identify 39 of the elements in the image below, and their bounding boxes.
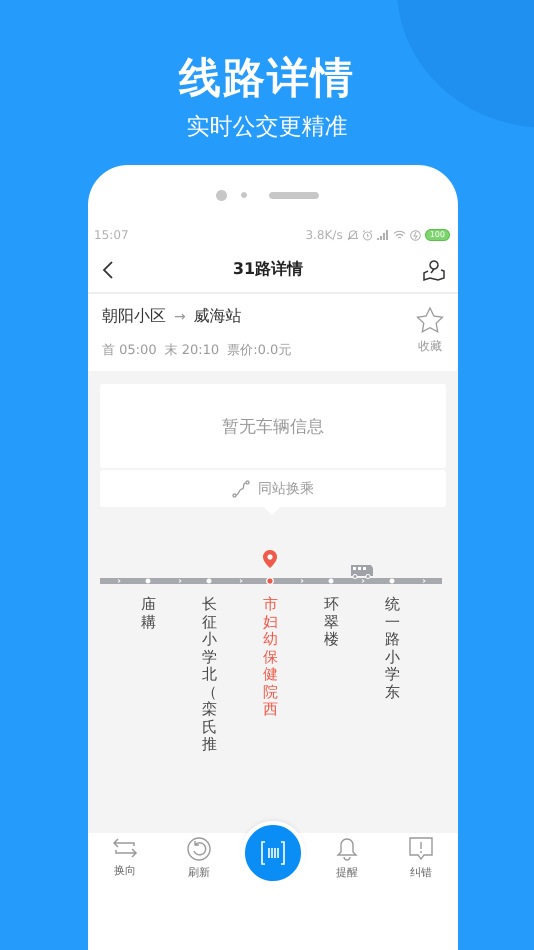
toolbar-button[interactable]: 纠错 (384, 837, 458, 880)
camera-dot (216, 190, 226, 200)
toolbar-button[interactable]: 换向 (88, 837, 162, 878)
wifi-icon (392, 230, 406, 240)
speaker-slot (268, 192, 318, 198)
swap-icon (112, 837, 138, 859)
status-time: 15:07 (94, 228, 129, 242)
stop-name[interactable]: 市妇幼保健院西 (263, 596, 278, 754)
sensor-dot (240, 192, 246, 198)
route-icon (232, 480, 250, 498)
toolbar-button[interactable]: 刷新 (162, 837, 236, 880)
stop-name[interactable]: 统一路小学东 (385, 596, 400, 754)
vehicle-info-card: 暂无车辆信息 (100, 384, 446, 468)
charging-icon (410, 230, 421, 240)
back-icon[interactable] (102, 260, 114, 278)
fare: 票价:0.0元 (227, 342, 292, 359)
direction-arrow: → (174, 308, 186, 324)
battery-level: 100 (424, 229, 450, 241)
promo-subtitle: 实时公交更精准 (186, 113, 348, 142)
last-bus-time: 末 20:10 (164, 342, 220, 359)
stop-name[interactable]: 庙耩 (141, 596, 156, 754)
bell-icon (336, 837, 358, 861)
first-bus-time: 首 05:00 (102, 342, 157, 359)
toolbar-button[interactable]: 提醒 (310, 837, 384, 880)
page-title: 31路详情 (232, 259, 304, 280)
mute-icon (346, 230, 358, 240)
map-pin-icon[interactable] (422, 258, 446, 282)
alarm-icon (362, 230, 373, 240)
location-pin-icon (263, 550, 277, 568)
report-icon (409, 837, 433, 861)
origin-stop: 朝阳小区 (102, 306, 166, 327)
stop-name[interactable]: 环翠楼 (324, 596, 339, 754)
signal-icon (376, 230, 389, 240)
destination-stop: 威海站 (194, 306, 242, 327)
network-speed: 3.8K/s (305, 228, 343, 242)
scan-icon (260, 840, 286, 866)
refresh-icon (187, 837, 211, 861)
promo-title: 线路详情 (179, 52, 355, 104)
stop-name[interactable]: 长征小学北（栾氏推 (202, 596, 217, 754)
